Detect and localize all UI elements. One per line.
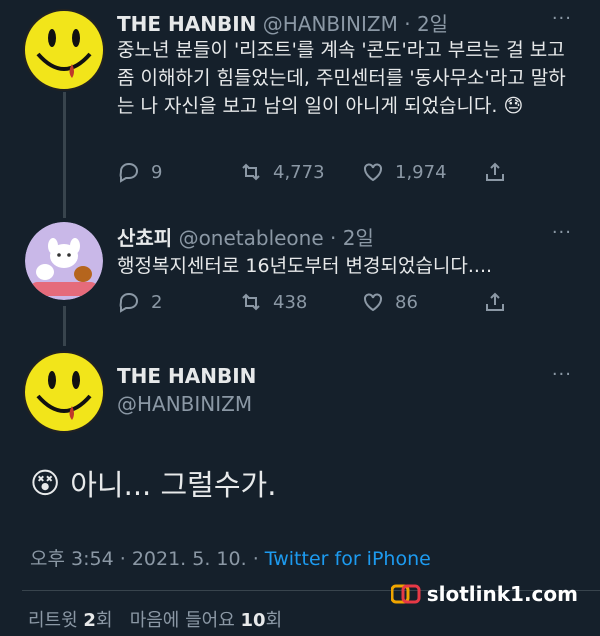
retweet-button[interactable]: 438 xyxy=(239,290,361,314)
smiley-icon xyxy=(23,9,105,91)
reply-icon xyxy=(117,290,141,314)
avatar[interactable] xyxy=(25,222,103,300)
post-date[interactable]: 2021. 5. 10. xyxy=(132,548,247,570)
thread-line xyxy=(63,92,66,218)
reply-count: 9 xyxy=(151,161,163,183)
share-icon xyxy=(483,290,507,314)
display-name[interactable]: THE HANBIN xyxy=(117,364,256,388)
thread-line xyxy=(63,306,66,346)
reply-button[interactable]: 2 xyxy=(117,290,239,314)
tweet-text: 중노년 분들이 '리조트'를 계속 '콘도'라고 부르는 걸 보고 좀 이해하기… xyxy=(117,36,577,120)
more-options-icon[interactable]: ··· xyxy=(552,222,572,243)
post-time[interactable]: 오후 3:54 xyxy=(30,548,114,570)
user-handle[interactable]: @onetableone xyxy=(179,226,324,250)
separator: · xyxy=(252,548,259,570)
separator: · xyxy=(330,226,337,250)
tweet-actions: 2 438 86 xyxy=(117,290,600,314)
user-handle[interactable]: @HANBINIZM xyxy=(263,12,398,36)
tweet-header: THE HANBIN @HANBINIZM · 2일 xyxy=(117,8,448,37)
display-name[interactable]: THE HANBIN xyxy=(117,12,256,36)
separator: · xyxy=(404,12,411,36)
likes-stat[interactable]: 마음에 들어요 10회 xyxy=(130,610,282,631)
avatar[interactable] xyxy=(22,8,106,92)
heart-icon xyxy=(361,290,385,314)
retweets-stat[interactable]: 리트윗 2회 xyxy=(28,610,113,631)
tweet-text-content: 행정복지센터로 16년도부터 변경되었습니다.... xyxy=(117,255,493,277)
share-icon xyxy=(483,160,507,184)
share-button[interactable] xyxy=(483,160,600,184)
watermark-text: slotlink1.com xyxy=(426,582,578,606)
retweet-icon xyxy=(239,290,263,314)
main-tweet-text: 😵 아니... 그럴수가. xyxy=(30,462,276,504)
reply-icon xyxy=(117,160,141,184)
source-link[interactable]: Twitter for iPhone xyxy=(265,548,431,570)
retweet-total: 2 xyxy=(83,610,96,631)
retweet-icon xyxy=(239,160,263,184)
like-count: 86 xyxy=(395,291,418,313)
sweat-emoji-icon: 😓 xyxy=(503,95,524,117)
heart-icon xyxy=(361,160,385,184)
separator: · xyxy=(119,548,126,570)
user-handle[interactable]: @HANBINIZM xyxy=(117,392,252,416)
like-total: 10 xyxy=(240,610,266,631)
timestamp[interactable]: 2일 xyxy=(417,12,448,36)
watermark-logo-icon xyxy=(390,584,421,604)
count-unit: 회 xyxy=(265,610,283,631)
reply-count: 2 xyxy=(151,291,163,313)
like-button[interactable]: 1,974 xyxy=(361,160,483,184)
tweet-header: 산쵸피 @onetableone · 2일 xyxy=(117,222,374,251)
tweet-text-content: 중노년 분들이 '리조트'를 계속 '콘도'라고 부르는 걸 보고 좀 이해하기… xyxy=(117,39,566,117)
like-button[interactable]: 86 xyxy=(361,290,483,314)
avatar[interactable] xyxy=(22,350,106,434)
dizzy-face-emoji-icon: 😵 xyxy=(30,466,61,500)
reply-button[interactable]: 9 xyxy=(117,160,239,184)
display-name[interactable]: 산쵸피 xyxy=(117,226,172,250)
engagement-stats: 리트윗 2회 마음에 들어요 10회 xyxy=(28,606,282,632)
retweet-count: 4,773 xyxy=(273,161,325,183)
watermark: slotlink1.com xyxy=(390,582,578,606)
tweet-text: 행정복지센터로 16년도부터 변경되었습니다.... xyxy=(117,252,577,280)
more-options-icon[interactable]: ··· xyxy=(552,364,572,385)
main-tweet-content: 아니... 그럴수가. xyxy=(70,468,277,502)
cartoon-avatar-icon xyxy=(25,222,103,300)
timestamp[interactable]: 2일 xyxy=(343,226,374,250)
retweet-label: 리트윗 xyxy=(28,610,78,631)
tweet-actions: 9 4,773 1,974 xyxy=(117,160,600,184)
tweet-meta: 오후 3:54 · 2021. 5. 10. · Twitter for iPh… xyxy=(30,544,431,571)
like-count: 1,974 xyxy=(395,161,447,183)
smiley-icon xyxy=(23,351,105,433)
like-label: 마음에 들어요 xyxy=(129,610,235,631)
count-unit: 회 xyxy=(95,610,113,631)
retweet-count: 438 xyxy=(273,291,308,313)
retweet-button[interactable]: 4,773 xyxy=(239,160,361,184)
more-options-icon[interactable]: ··· xyxy=(552,8,572,29)
share-button[interactable] xyxy=(483,290,600,314)
